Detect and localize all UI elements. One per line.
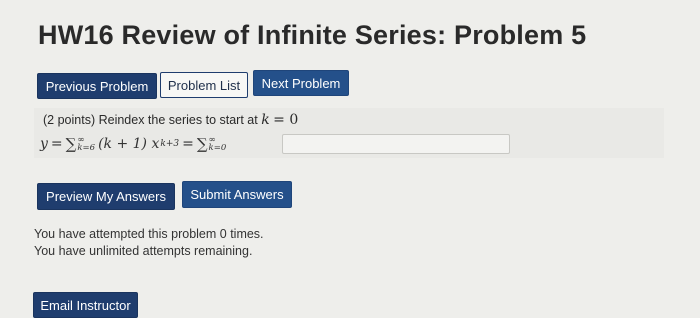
series-expression: y = ∑ ∞ k=6 (k + 1) x k+3 = ∑ ∞ k=0 (40, 135, 229, 153)
target-variable: k (261, 112, 270, 128)
attempts-remaining-text: You have unlimited attempts remaining. (34, 244, 253, 258)
sigma-icon: ∑ (65, 135, 77, 153)
submit-answers-button[interactable]: Submit Answers (182, 181, 292, 208)
attempts-count-text: You have attempted this problem 0 times. (34, 227, 264, 241)
preview-answers-button[interactable]: Preview My Answers (37, 183, 175, 210)
summand: (k + 1) x (98, 136, 160, 152)
lhs-variable: y (40, 136, 48, 152)
previous-problem-button[interactable]: Previous Problem (37, 73, 157, 99)
email-instructor-button[interactable]: Email Instructor (33, 292, 138, 318)
sum-lower-1: k=6 (77, 143, 96, 153)
problem-list-button[interactable]: Problem List (160, 72, 248, 98)
sum-lower-2: k=0 (208, 143, 227, 153)
problem-statement: (2 points) Reindex the series to start a… (43, 112, 298, 128)
sum-limits-1: ∞ k=6 (77, 136, 96, 153)
middle-equals: = (182, 136, 194, 152)
sum-limits-2: ∞ k=0 (208, 136, 227, 153)
next-problem-button[interactable]: Next Problem (253, 70, 349, 96)
instruction-text: Reindex the series to start at (98, 113, 258, 127)
lhs-equals: = (50, 136, 63, 152)
page-title: HW16 Review of Infinite Series: Problem … (38, 20, 587, 50)
summand-exponent: k+3 (160, 139, 180, 149)
target-equals: = 0 (273, 112, 299, 128)
sigma-icon: ∑ (196, 135, 208, 153)
points-label: (2 points) (43, 113, 96, 127)
attempts-status: You have attempted this problem 0 times.… (34, 226, 264, 260)
answer-input[interactable] (282, 134, 510, 154)
